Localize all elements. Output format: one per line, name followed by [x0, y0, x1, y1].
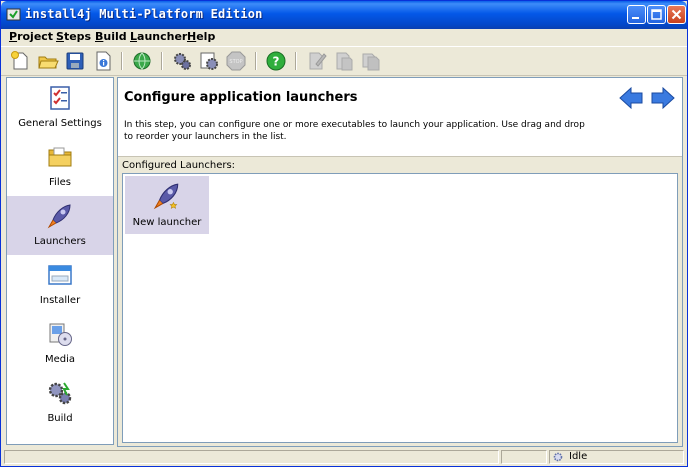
- steps-sidebar: General Settings Files Launchers Install…: [6, 77, 114, 445]
- close-icon: [671, 9, 682, 20]
- sidebar-item-installer[interactable]: Installer: [7, 255, 113, 314]
- sidebar-item-build[interactable]: Build: [7, 373, 113, 432]
- help-icon[interactable]: ?: [265, 50, 287, 72]
- open-project-icon[interactable]: [37, 50, 59, 72]
- sidebar-item-files[interactable]: Files: [7, 137, 113, 196]
- sidebar-item-launchers[interactable]: Launchers: [7, 196, 113, 255]
- step-header: Configure application launchers In this …: [118, 78, 682, 157]
- checklist-icon: [50, 86, 70, 110]
- main-panel: Configure application launchers In this …: [117, 77, 683, 447]
- stop-icon[interactable]: STOP: [225, 50, 247, 72]
- menu-steps[interactable]: Steps: [56, 30, 91, 43]
- menu-project[interactable]: Project: [9, 30, 53, 43]
- minimize-icon: [632, 17, 639, 19]
- configured-launchers-label: Configured Launchers:: [122, 160, 236, 171]
- paste-doc-icon[interactable]: [360, 50, 382, 72]
- toolbar-separator: [161, 52, 163, 70]
- sidebar-item-media[interactable]: Media: [7, 314, 113, 373]
- settings-gear-icon[interactable]: [171, 50, 193, 72]
- back-arrow-icon[interactable]: [618, 86, 644, 110]
- new-project-icon[interactable]: [9, 50, 31, 72]
- sidebar-item-label: Files: [49, 177, 71, 188]
- window-title: install4j Multi-Platform Edition: [25, 7, 263, 21]
- svg-text:STOP: STOP: [229, 59, 242, 65]
- launcher-label: New launcher: [132, 217, 202, 228]
- launchers-list[interactable]: New launcher: [122, 173, 678, 443]
- menu-build[interactable]: Build: [95, 30, 127, 43]
- menu-bar: Project Steps Build Launcher Help: [1, 29, 687, 45]
- toolbar-separator: [255, 52, 257, 70]
- minimize-button[interactable]: [627, 5, 646, 24]
- maximize-button[interactable]: [647, 5, 666, 24]
- status-pane-main: [4, 450, 499, 464]
- svg-text:?: ?: [273, 55, 280, 69]
- edit-doc-icon[interactable]: [306, 50, 328, 72]
- menu-launcher[interactable]: Launcher: [130, 30, 187, 43]
- sidebar-item-label: Launchers: [34, 236, 86, 247]
- build-gears-icon[interactable]: [198, 50, 220, 72]
- forward-arrow-icon[interactable]: [650, 86, 676, 110]
- web-icon[interactable]: [131, 50, 153, 72]
- copy-doc-icon[interactable]: [333, 50, 355, 72]
- status-bar: Idle: [1, 449, 687, 466]
- maximize-icon: [651, 9, 662, 20]
- sidebar-item-label: Build: [47, 413, 73, 424]
- page-description: In this step, you can configure one or m…: [124, 120, 585, 142]
- close-button[interactable]: [667, 5, 686, 24]
- sidebar-item-label: Installer: [39, 295, 81, 306]
- page-title: Configure application launchers: [124, 90, 358, 105]
- rocket-icon: [153, 183, 179, 210]
- sidebar-item-label: Media: [44, 354, 76, 365]
- toolbar: STOP ?: [1, 46, 687, 76]
- folder-icon: [48, 147, 72, 167]
- menu-help[interactable]: Help: [187, 30, 215, 43]
- install4j-app-icon: [6, 8, 21, 21]
- app-window: install4j Multi-Platform Edition Project…: [0, 0, 688, 467]
- launchers-content: Configured Launchers: New launcher: [118, 157, 682, 446]
- media-icon: [49, 323, 72, 346]
- toolbar-separator: [121, 52, 123, 70]
- status-pane-middle: [501, 450, 547, 464]
- save-project-icon[interactable]: [64, 50, 86, 72]
- status-text: Idle: [569, 451, 588, 462]
- project-info-icon[interactable]: [92, 50, 114, 72]
- launcher-item[interactable]: New launcher: [125, 176, 209, 234]
- gears-icon: [48, 382, 72, 405]
- sidebar-item-label: General Settings: [18, 118, 102, 129]
- idle-gear-icon: [553, 452, 563, 462]
- toolbar-separator: [295, 52, 297, 70]
- window-icon: [48, 265, 72, 285]
- rocket-icon: [47, 204, 71, 229]
- title-bar[interactable]: install4j Multi-Platform Edition: [1, 1, 687, 29]
- sidebar-item-general-settings[interactable]: General Settings: [7, 78, 113, 137]
